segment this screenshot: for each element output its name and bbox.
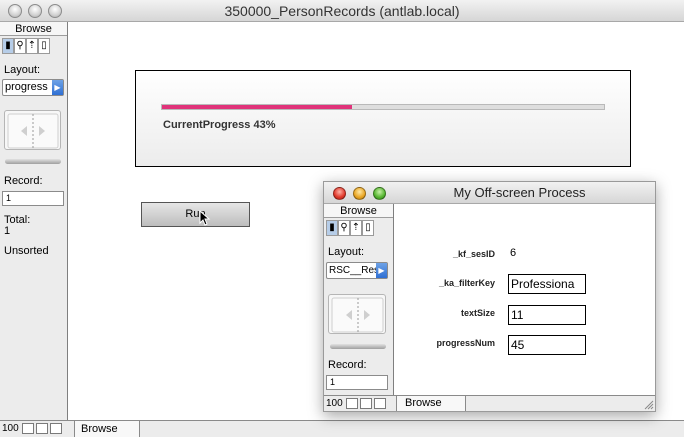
layout-label: Layout: bbox=[4, 64, 41, 76]
main-titlebar[interactable]: 350000_PersonRecords (antlab.local) bbox=[0, 0, 684, 22]
sub-status-area: Browse ▮ ⚲ ⇡ ▯ Layout: RSC__Res ▶ Record… bbox=[324, 204, 394, 395]
mode-tools: ▮ ⚲ ⇡ ▯ bbox=[2, 38, 50, 55]
field-textsize[interactable]: 11 bbox=[508, 305, 586, 325]
record-label: Record: bbox=[4, 175, 43, 187]
find-mode-icon[interactable]: ⚲ bbox=[14, 38, 26, 54]
field-progressnum[interactable]: 45 bbox=[508, 335, 586, 355]
book-icon[interactable] bbox=[4, 110, 61, 150]
mouse-pointer-icon bbox=[199, 210, 211, 226]
sub-bottom-bar: 100 Browse bbox=[324, 395, 655, 411]
zoom-in-icon[interactable] bbox=[36, 423, 48, 434]
record-slider[interactable] bbox=[5, 159, 61, 164]
field-label-progressnum: progressNum bbox=[436, 338, 495, 348]
progress-panel: CurrentProgress 43% bbox=[135, 70, 631, 167]
toggle-status-icon[interactable] bbox=[374, 398, 386, 409]
layout-mode-icon[interactable]: ⇡ bbox=[26, 38, 38, 54]
layout-value: progress bbox=[5, 81, 48, 93]
sub-layout-popup[interactable]: RSC__Res ▶ bbox=[326, 262, 388, 279]
sub-layout-value: RSC__Res bbox=[329, 265, 380, 276]
browse-mode-icon[interactable]: ▮ bbox=[2, 38, 14, 54]
sub-layout-label: Layout: bbox=[328, 246, 365, 258]
field-label-textsize: textSize bbox=[460, 308, 495, 318]
resize-grip-icon[interactable] bbox=[643, 399, 654, 410]
sub-mode-popup[interactable]: Browse bbox=[396, 396, 466, 411]
book-icon[interactable] bbox=[328, 294, 386, 334]
bottom-bar: 100 Browse bbox=[0, 420, 684, 437]
progress-label: CurrentProgress 43% bbox=[163, 119, 276, 131]
zoom-out-icon[interactable] bbox=[22, 423, 34, 434]
zoom-out-icon[interactable] bbox=[346, 398, 358, 409]
sub-mode-label: Browse bbox=[324, 204, 393, 218]
vertical-scrollbar[interactable] bbox=[669, 22, 684, 420]
run-button[interactable]: Run bbox=[141, 202, 250, 227]
find-mode-icon[interactable]: ⚲ bbox=[338, 220, 350, 236]
sub-record-number-field[interactable]: 1 bbox=[326, 375, 388, 390]
preview-mode-icon[interactable]: ▯ bbox=[38, 38, 50, 54]
minimize-button[interactable] bbox=[353, 187, 366, 200]
zoom-in-icon[interactable] bbox=[360, 398, 372, 409]
field-kf-sesid[interactable]: 6 bbox=[510, 247, 516, 259]
total-value: 1 bbox=[4, 225, 11, 237]
popup-arrow-icon: ▶ bbox=[376, 263, 387, 278]
record-number-field[interactable]: 1 bbox=[2, 191, 64, 206]
mode-label: Browse bbox=[0, 22, 67, 36]
sub-record-label: Record: bbox=[328, 359, 367, 371]
status-area: Browse ▮ ⚲ ⇡ ▯ Layout: progress ▶ Record… bbox=[0, 22, 68, 420]
window-title: 350000_PersonRecords (antlab.local) bbox=[224, 3, 460, 19]
zoom-level[interactable]: 100 bbox=[2, 423, 19, 434]
sub-titlebar[interactable]: My Off-screen Process bbox=[324, 182, 655, 204]
sort-status: Unsorted bbox=[4, 245, 49, 257]
preview-mode-icon[interactable]: ▯ bbox=[362, 220, 374, 236]
progress-fill bbox=[162, 105, 353, 109]
progress-bar bbox=[161, 104, 605, 110]
sub-zoom-level[interactable]: 100 bbox=[326, 398, 343, 409]
field-label-ka-filterkey: _ka_filterKey bbox=[438, 278, 495, 288]
field-ka-filterkey[interactable]: Professiona bbox=[508, 274, 586, 294]
layout-mode-icon[interactable]: ⇡ bbox=[350, 220, 362, 236]
field-label-kf-sesid: _kf_sesID bbox=[452, 249, 495, 259]
close-button[interactable] bbox=[333, 187, 346, 200]
sub-record-slider[interactable] bbox=[330, 344, 386, 349]
sub-vertical-scrollbar[interactable] bbox=[640, 204, 655, 395]
offscreen-process-window: My Off-screen Process Browse ▮ ⚲ ⇡ ▯ Lay… bbox=[323, 181, 656, 412]
sub-mode-tools: ▮ ⚲ ⇡ ▯ bbox=[326, 220, 374, 237]
mode-popup[interactable]: Browse bbox=[74, 421, 140, 437]
sub-window-title: My Off-screen Process bbox=[453, 185, 586, 200]
popup-arrow-icon: ▶ bbox=[52, 80, 63, 95]
browse-mode-icon[interactable]: ▮ bbox=[326, 220, 338, 236]
toggle-status-icon[interactable] bbox=[50, 423, 62, 434]
layout-popup[interactable]: progress ▶ bbox=[2, 79, 64, 96]
